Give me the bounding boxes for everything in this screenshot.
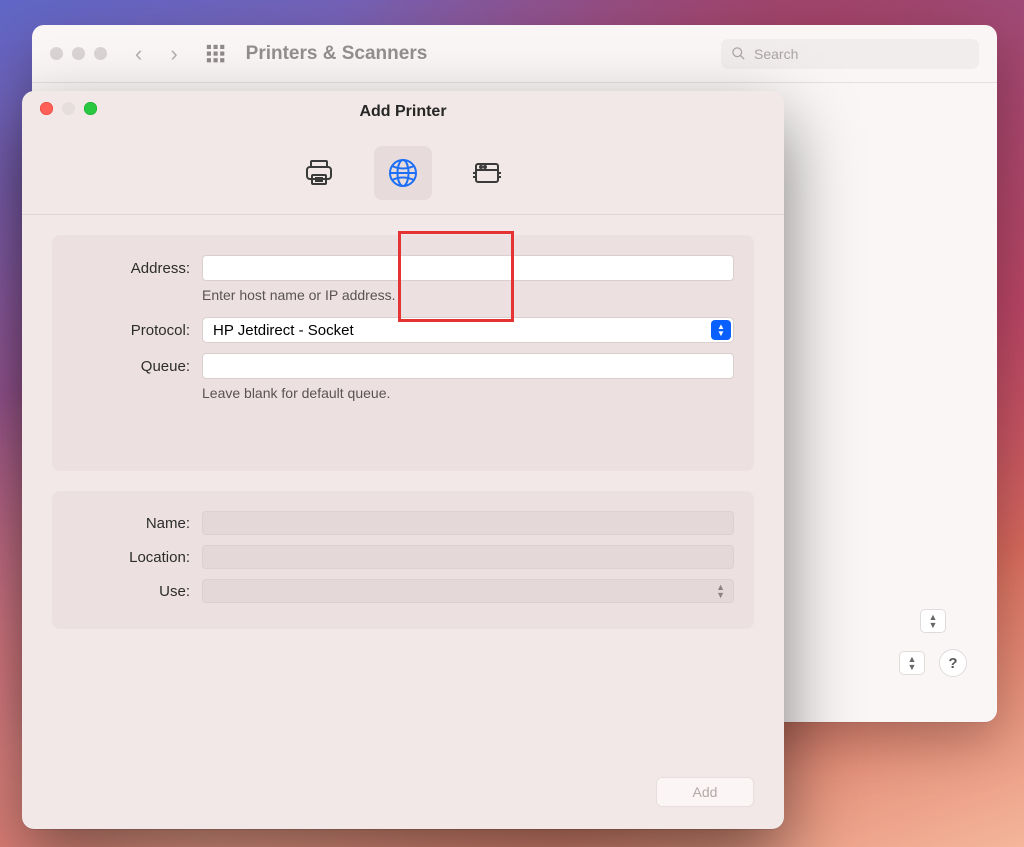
- prefs-right-controls: ▲▼ ▲▼ ?: [899, 609, 967, 677]
- search-input[interactable]: Search: [721, 39, 979, 69]
- tab-ip[interactable]: [374, 146, 432, 200]
- dialog-footer: Add: [656, 777, 754, 807]
- location-label: Location:: [72, 549, 202, 566]
- prefs-nav: ‹ ›: [135, 41, 178, 67]
- chevron-up-down-icon: ▲▼: [716, 583, 725, 599]
- close-button[interactable]: [40, 102, 53, 115]
- protocol-label: Protocol:: [72, 322, 202, 339]
- use-label: Use:: [72, 583, 202, 600]
- tab-windows[interactable]: [458, 146, 516, 200]
- back-button[interactable]: ‹: [135, 41, 142, 67]
- search-placeholder: Search: [754, 46, 798, 62]
- connection-panel: Address: Enter host name or IP address. …: [52, 235, 754, 471]
- protocol-select[interactable]: HP Jetdirect - Socket ▲▼: [202, 317, 734, 343]
- window-traffic-lights: [50, 47, 107, 60]
- add-printer-window: Add Printer: [22, 91, 784, 829]
- help-button[interactable]: ?: [939, 649, 967, 677]
- add-button-label: Add: [693, 784, 718, 800]
- traffic-zoom: [94, 47, 107, 60]
- traffic-minimize: [72, 47, 85, 60]
- prefs-toolbar: ‹ › Printers & Scanners Search: [32, 25, 997, 83]
- printer-icon: [303, 157, 335, 189]
- prefs-window-title: Printers & Scanners: [246, 43, 428, 65]
- show-all-icon[interactable]: [206, 44, 226, 64]
- add-printer-title: Add Printer: [359, 103, 446, 121]
- add-printer-titlebar: Add Printer: [22, 91, 784, 126]
- zoom-button[interactable]: [84, 102, 97, 115]
- minimize-button: [62, 102, 75, 115]
- globe-icon: [387, 157, 419, 189]
- name-input: [202, 511, 734, 535]
- printer-info-panel: Name: Location: Use: ▲▼: [52, 491, 754, 629]
- add-printer-tabs: [22, 132, 784, 215]
- paper-size-stepper[interactable]: ▲▼: [899, 651, 925, 675]
- address-label: Address:: [72, 260, 202, 277]
- queue-label: Queue:: [72, 358, 202, 375]
- forward-button: ›: [170, 41, 177, 67]
- location-input: [202, 545, 734, 569]
- default-printer-stepper[interactable]: ▲▼: [920, 609, 946, 633]
- advanced-printer-icon: [471, 157, 503, 189]
- address-hint: Enter host name or IP address.: [202, 287, 734, 303]
- tab-default[interactable]: [290, 146, 348, 200]
- search-icon: [731, 46, 746, 61]
- queue-hint: Leave blank for default queue.: [202, 385, 734, 401]
- queue-input[interactable]: [202, 353, 734, 379]
- address-input[interactable]: [202, 255, 734, 281]
- add-printer-traffic-lights: [40, 102, 97, 115]
- use-select: ▲▼: [202, 579, 734, 603]
- chevron-up-down-icon: ▲▼: [711, 320, 731, 340]
- traffic-close: [50, 47, 63, 60]
- protocol-value: HP Jetdirect - Socket: [213, 322, 354, 339]
- name-label: Name:: [72, 515, 202, 532]
- add-button: Add: [656, 777, 754, 807]
